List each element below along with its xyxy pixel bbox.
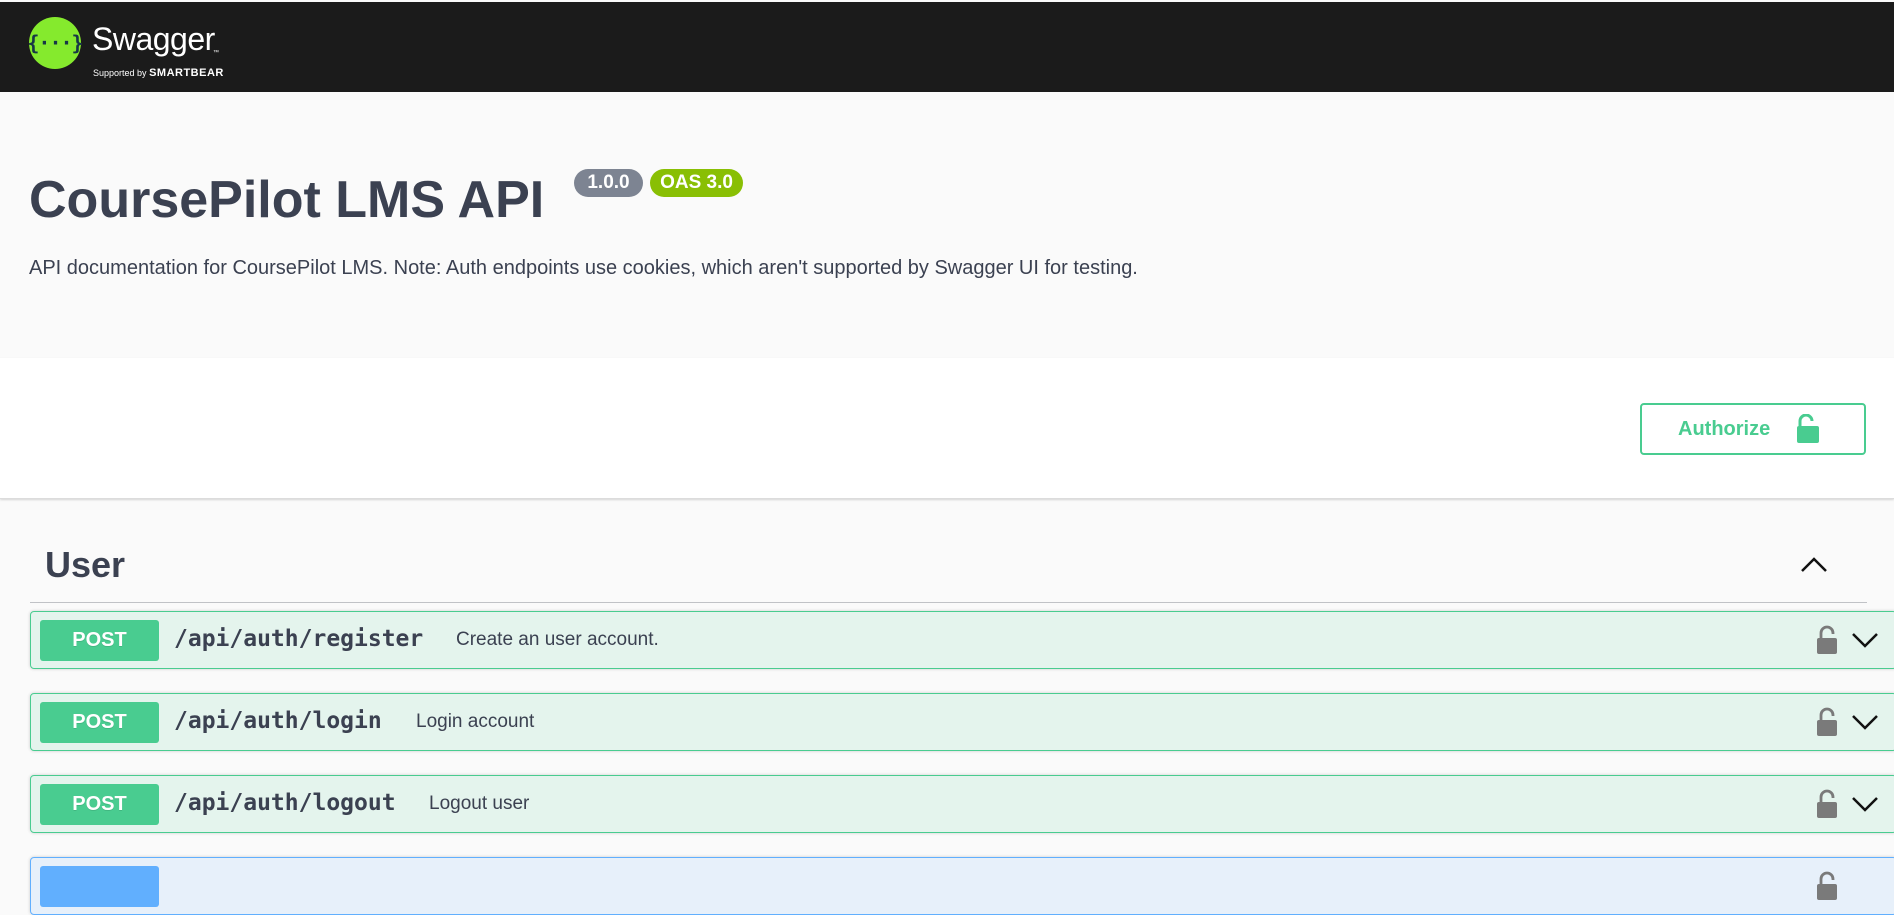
opblock-post-login[interactable]: POST /api/auth/login Login account [30,693,1894,751]
operation-path: /api/auth/logout [174,790,396,816]
method-badge [40,866,159,907]
opblock-get-partial[interactable] [30,857,1894,915]
lock-icon[interactable] [1816,871,1838,901]
operation-summary: Create an user account. [456,629,659,650]
operation-path: /api/auth/register [174,626,424,652]
scheme-container: Authorize [0,358,1894,499]
topbar: {···} Swagger ™ Supported by SMARTBEAR [0,2,1894,92]
operation-path: /api/auth/login [174,708,382,734]
method-badge: POST [40,784,159,825]
api-description: API documentation for CoursePilot LMS. N… [29,257,1138,279]
chevron-down-icon[interactable] [1850,794,1880,814]
swagger-logo-icon: {···} [27,17,84,69]
api-info: CoursePilot LMS API 1.0.0 OAS 3.0 API do… [0,92,1894,358]
tag-section-user[interactable]: User [30,532,1867,603]
chevron-up-icon[interactable] [1799,554,1829,574]
chevron-down-icon[interactable] [1850,630,1880,650]
unlocked-icon [1797,414,1820,443]
logo-trademark: ™ [213,50,219,56]
logo-title: Swagger [92,21,215,57]
tag-title: User [45,544,126,585]
lock-icon[interactable] [1816,707,1838,737]
authorize-button[interactable]: Authorize [1640,403,1866,455]
lock-icon[interactable] [1816,789,1838,819]
lock-icon[interactable] [1816,625,1838,655]
authorize-label: Authorize [1678,417,1771,440]
method-badge: POST [40,620,159,661]
oas-badge: OAS 3.0 [650,169,743,197]
swagger-logo[interactable]: {···} Swagger ™ Supported by SMARTBEAR [27,17,249,79]
page-title: CoursePilot LMS API [29,171,545,229]
logo-brand: SMARTBEAR [149,67,224,79]
logo-supported-text: Supported by [93,68,147,78]
method-badge: POST [40,702,159,743]
opblock-post-register[interactable]: POST /api/auth/register Create an user a… [30,611,1894,669]
version-badge: 1.0.0 [574,169,643,197]
chevron-down-icon[interactable] [1850,712,1880,732]
operation-summary: Logout user [429,793,530,814]
operation-summary: Login account [416,711,535,732]
logo-subtitle: Supported by SMARTBEAR [93,67,224,79]
opblock-post-logout[interactable]: POST /api/auth/logout Logout user [30,775,1894,833]
